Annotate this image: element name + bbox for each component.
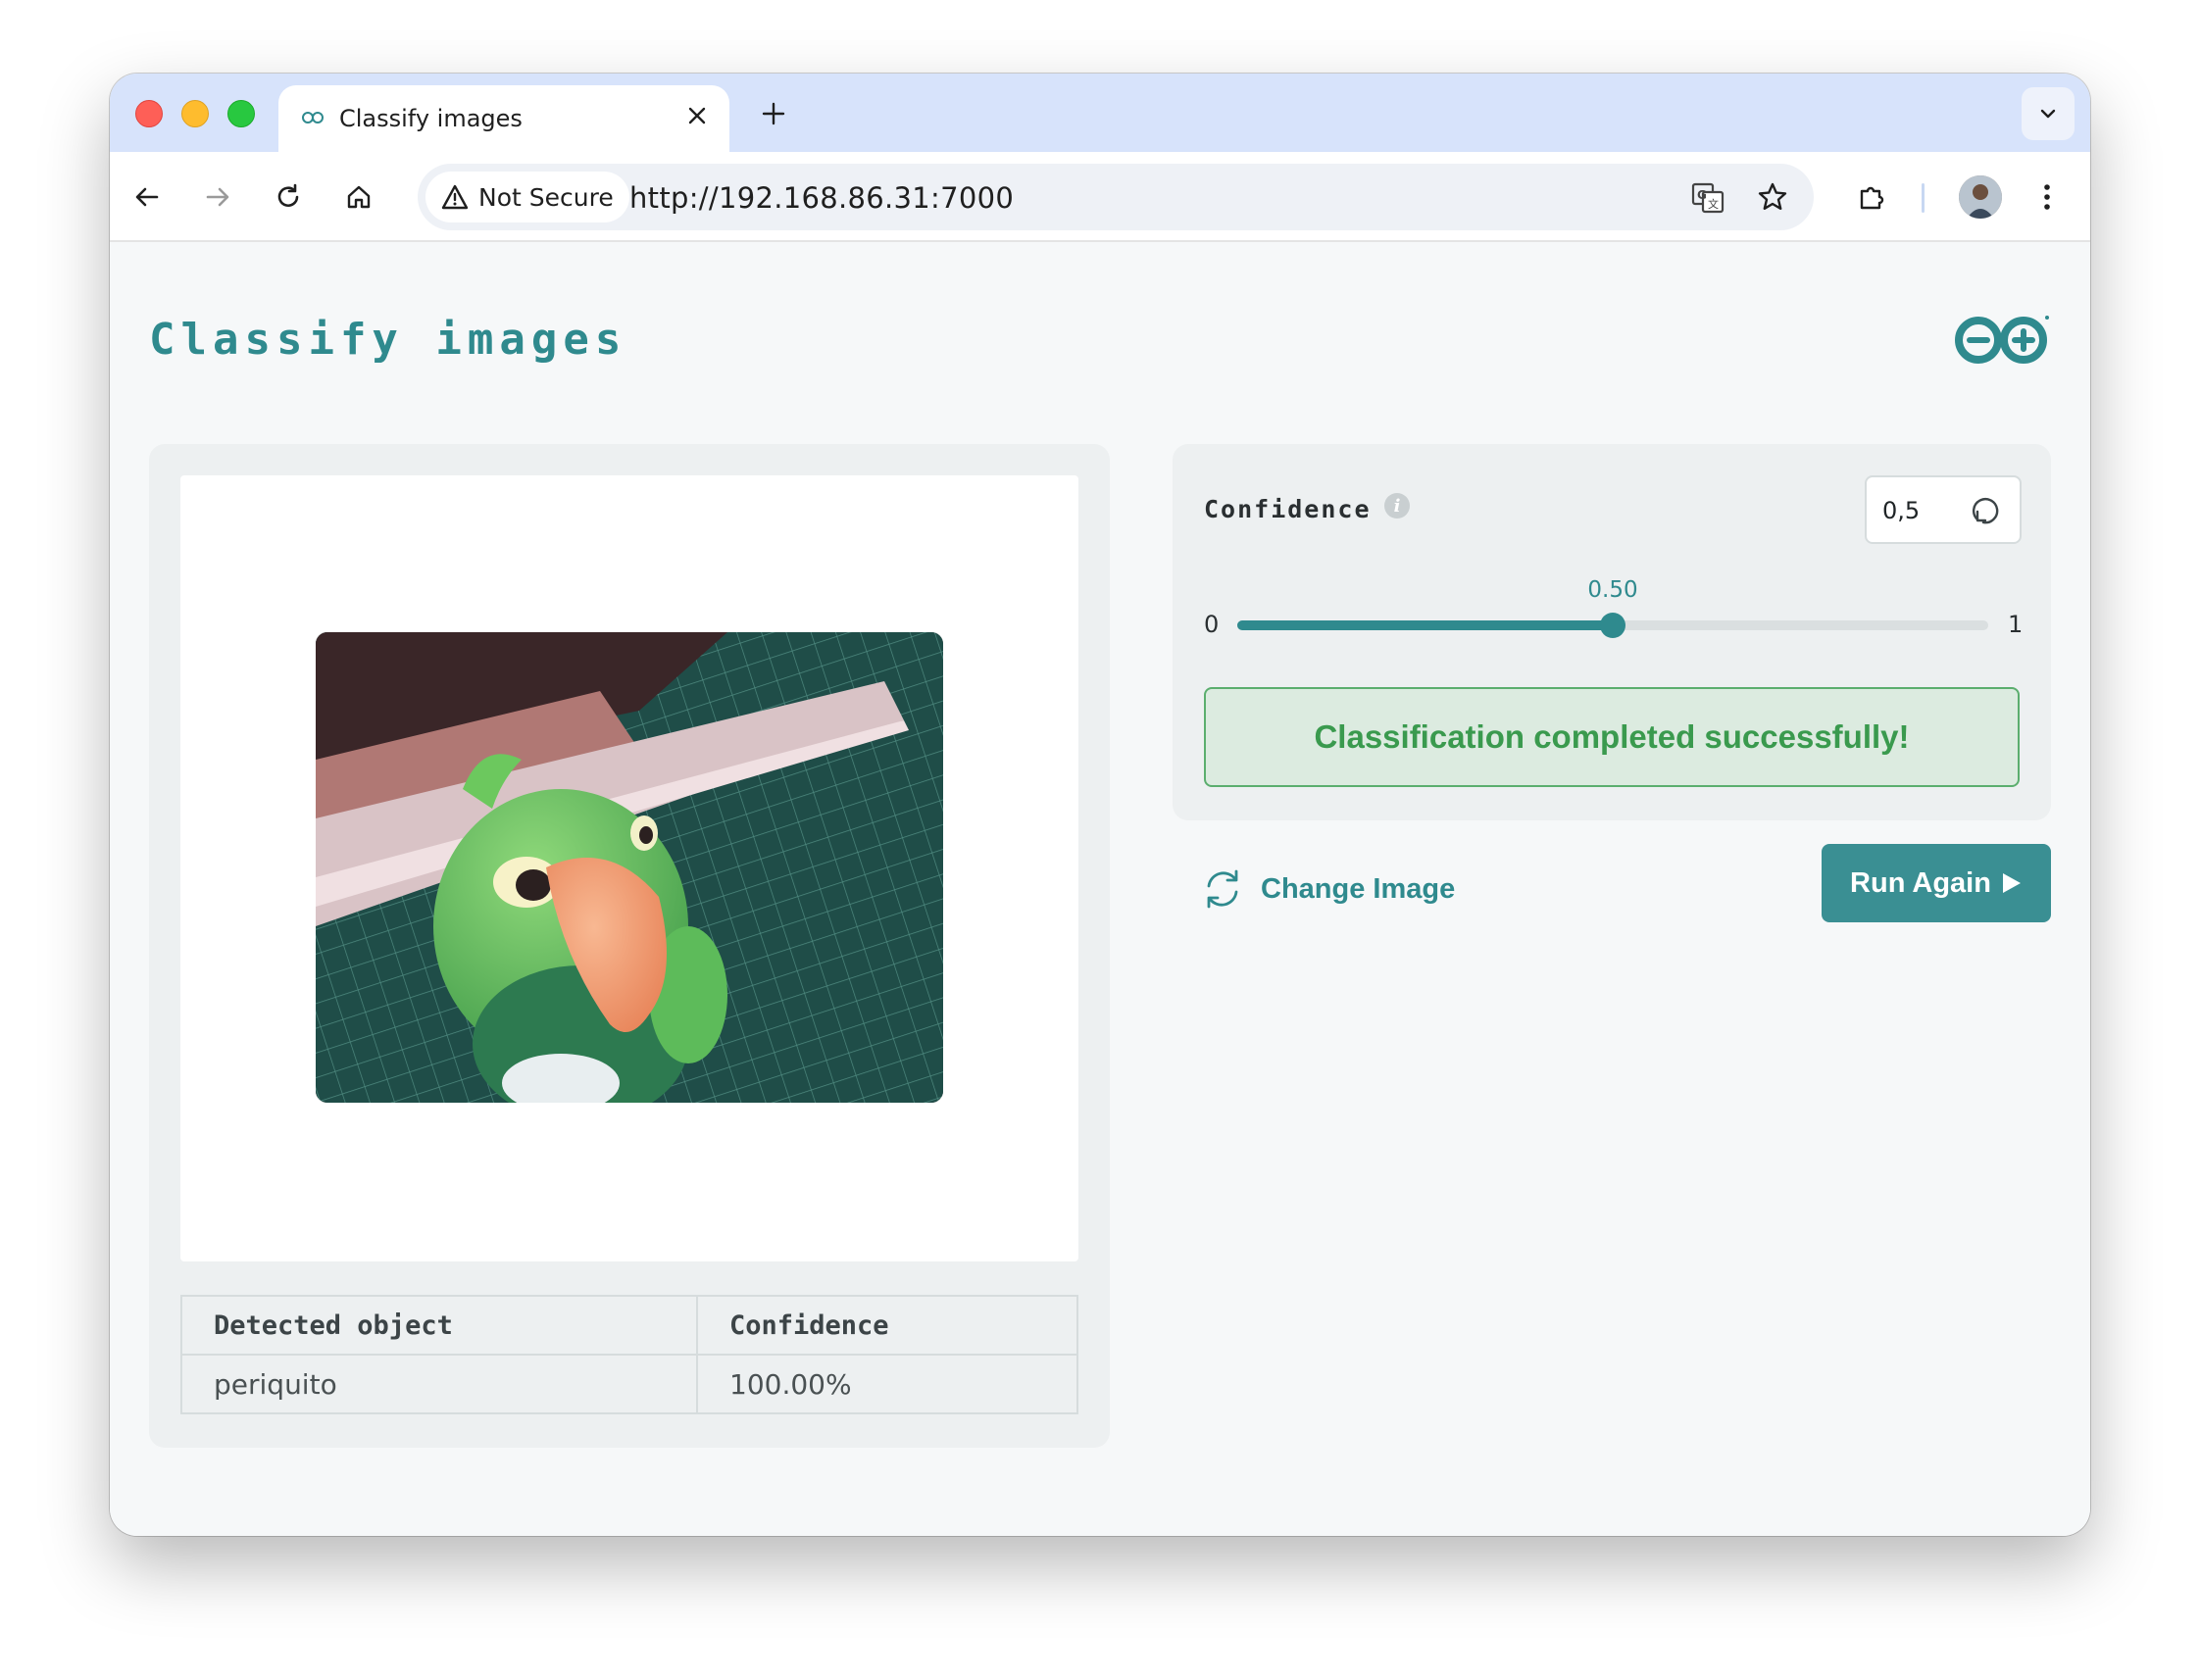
arduino-favicon-icon	[300, 105, 325, 130]
close-window-button[interactable]	[135, 100, 163, 127]
confidence-panel: Confidence i 0 0.50 1 Classification com…	[1173, 444, 2051, 820]
translate-icon[interactable]: G文	[1688, 177, 1727, 217]
svg-text:文: 文	[1708, 197, 1719, 211]
info-icon[interactable]: i	[1384, 493, 1410, 519]
minimize-window-button[interactable]	[181, 100, 209, 127]
classified-photo	[316, 632, 943, 1103]
refresh-cycle-icon	[1207, 869, 1238, 909]
slider-fill	[1237, 620, 1613, 630]
browser-window: Classify images Not Secure http://192.16…	[110, 74, 2090, 1536]
tab-search-chevron-down-icon[interactable]	[2022, 87, 2075, 140]
column-header-detected-object: Detected object	[180, 1295, 698, 1356]
column-header-confidence: Confidence	[696, 1295, 1078, 1356]
confidence-input-field[interactable]	[1882, 497, 1961, 524]
slider-thumb[interactable]	[1600, 613, 1625, 638]
image-preview-area	[180, 475, 1078, 1261]
confidence-input[interactable]	[1865, 475, 2022, 544]
maximize-window-button[interactable]	[227, 100, 255, 127]
change-image-button[interactable]: Change Image	[1200, 860, 1455, 918]
back-arrow-icon[interactable]	[127, 177, 167, 217]
arduino-logo-icon	[1953, 313, 2051, 368]
change-image-label: Change Image	[1261, 872, 1456, 905]
bookmark-star-icon[interactable]	[1753, 177, 1792, 217]
reset-icon[interactable]	[1969, 493, 2006, 530]
reload-icon[interactable]	[269, 177, 308, 217]
toolbar-divider	[1922, 183, 1925, 213]
address-bar[interactable]: Not Secure http://192.168.86.31:7000 G文	[418, 164, 1814, 230]
status-message-box: Classification completed successfully!	[1204, 687, 2020, 787]
slider-min-label: 0	[1204, 611, 1220, 638]
detected-object-cell: periquito	[180, 1354, 698, 1414]
page-content: Classify images Detected object Confiden…	[110, 244, 2090, 1536]
tab-close-icon[interactable]	[680, 99, 714, 132]
confidence-label: Confidence	[1204, 495, 1372, 523]
table-header-row: Detected object Confidence	[180, 1295, 1078, 1356]
confidence-slider[interactable]: 0.50	[1237, 577, 1988, 638]
slider-value-label: 0.50	[1587, 577, 1638, 603]
not-secure-chip[interactable]: Not Secure	[425, 172, 629, 222]
table-row: periquito 100.00%	[180, 1354, 1078, 1414]
forward-arrow-icon[interactable]	[198, 177, 237, 217]
svg-text:G: G	[1697, 188, 1707, 202]
url-text[interactable]: http://192.168.86.31:7000	[629, 181, 1014, 215]
more-menu-icon[interactable]	[2027, 177, 2067, 217]
tab-classify-images[interactable]: Classify images	[278, 85, 729, 152]
tab-bar: Classify images	[110, 74, 2090, 152]
not-secure-label: Not Secure	[478, 182, 614, 212]
warning-triangle-icon	[441, 184, 469, 210]
run-again-label: Run Again	[1850, 866, 1991, 899]
tab-title: Classify images	[339, 105, 523, 132]
new-tab-plus-icon[interactable]	[757, 97, 790, 130]
status-message: Classification completed successfully!	[1314, 718, 1910, 755]
slider-max-label: 1	[2008, 611, 2024, 638]
confidence-cell: 100.00%	[696, 1354, 1078, 1414]
image-panel: Detected object Confidence periquito 100…	[149, 444, 1110, 1448]
play-icon	[2002, 873, 2021, 893]
profile-avatar[interactable]	[1959, 175, 2002, 219]
extensions-puzzle-icon[interactable]	[1853, 177, 1892, 217]
home-icon[interactable]	[339, 177, 378, 217]
browser-toolbar: Not Secure http://192.168.86.31:7000 G文	[110, 152, 2090, 242]
results-table: Detected object Confidence periquito 100…	[180, 1295, 1078, 1414]
run-again-button[interactable]: Run Again	[1822, 844, 2051, 922]
page-title: Classify images	[149, 315, 627, 365]
